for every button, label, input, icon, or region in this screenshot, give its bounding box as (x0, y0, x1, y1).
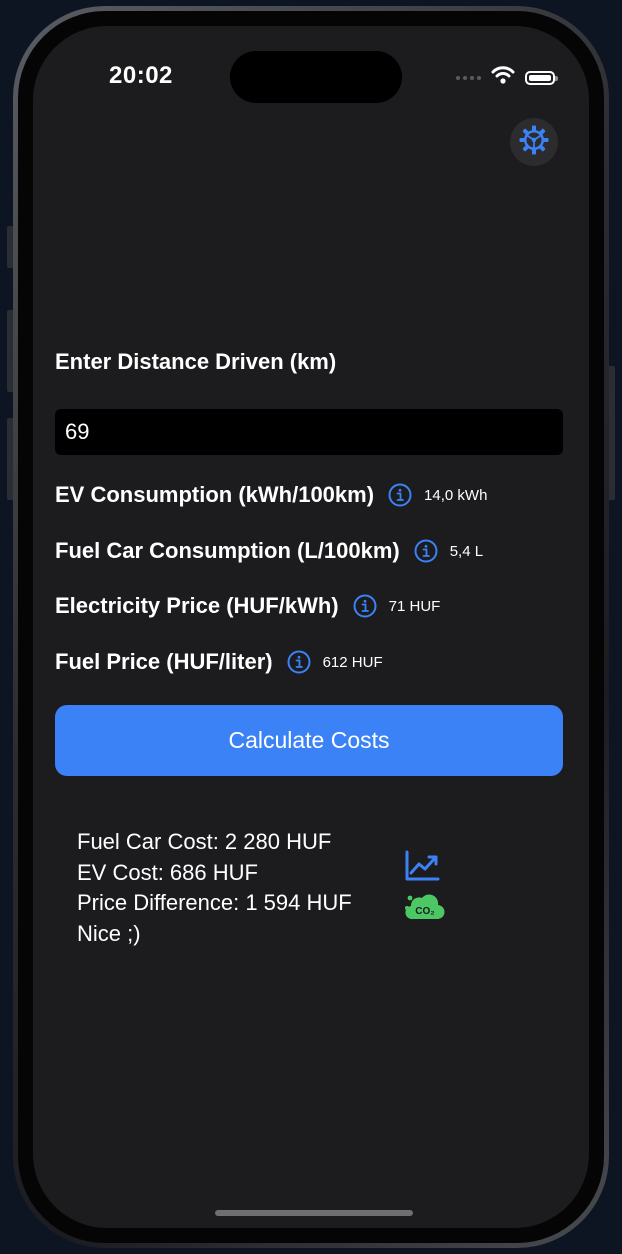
electricity-price-row: Electricity Price (HUF/kWh) 71 HUF (55, 593, 440, 619)
battery-icon (525, 70, 558, 85)
wifi-icon (491, 66, 515, 89)
ev-consumption-label: EV Consumption (kWh/100km) (55, 482, 375, 507)
ev-consumption-value: 14,0 kWh (424, 486, 488, 504)
phone-bezel: 20:02 Enter Distance Driven (km) 69 EV C… (18, 11, 604, 1243)
info-circle-icon[interactable] (414, 539, 438, 563)
info-circle-icon[interactable] (353, 594, 377, 618)
status-time: 20:02 (109, 62, 173, 89)
app-screen: 20:02 Enter Distance Driven (km) 69 EV C… (33, 26, 589, 1228)
ev-cost-text: EV Cost: 686 HUF (77, 859, 258, 885)
price-difference-text: Price Difference: 1 594 HUF (77, 890, 352, 915)
distance-input[interactable] (55, 409, 563, 455)
electricity-price-value: 71 HUF (388, 597, 441, 615)
settings-button[interactable] (510, 118, 558, 166)
fuel-consumption-value: 5,4 L (449, 542, 484, 560)
co2-icon-text: CO₂ (415, 906, 434, 917)
fuel-consumption-label: Fuel Car Consumption (L/100km) (55, 538, 400, 563)
fuel-consumption-row: Fuel Car Consumption (L/100km) 5,4 L (55, 538, 483, 564)
chart-line-uptrend-icon[interactable] (404, 850, 440, 887)
dynamic-island (230, 51, 402, 103)
fuel-price-value: 612 HUF (322, 653, 383, 671)
co2-cloud-icon[interactable]: CO₂ (403, 888, 445, 927)
distance-label: Enter Distance Driven (km) (55, 349, 337, 374)
fuel-price-row: Fuel Price (HUF/liter) 612 HUF (55, 649, 383, 675)
status-indicators (456, 66, 558, 89)
calculate-costs-button[interactable]: Calculate Costs (55, 705, 563, 776)
home-indicator[interactable] (215, 1210, 413, 1216)
info-circle-icon[interactable] (388, 483, 412, 507)
power-button (608, 366, 615, 500)
info-circle-icon[interactable] (287, 650, 311, 674)
phone-frame: 20:02 Enter Distance Driven (km) 69 EV C… (13, 6, 609, 1248)
fuel-car-cost-text: Fuel Car Cost: 2 280 HUF (77, 829, 332, 854)
fuel-price-label: Fuel Price (HUF/liter) (55, 649, 273, 674)
device-stage: 20:02 Enter Distance Driven (km) 69 EV C… (0, 0, 622, 1254)
cellular-signal-icon (456, 75, 481, 80)
electricity-price-label: Electricity Price (HUF/kWh) (55, 593, 339, 618)
results-panel: Fuel Car Cost: 2 280 HUF EV Cost: 686 HU… (77, 827, 352, 949)
gear-icon (518, 124, 550, 161)
result-comment-text: Nice ;) (77, 920, 141, 946)
ev-consumption-row: EV Consumption (kWh/100km) 14,0 kWh (55, 482, 487, 508)
